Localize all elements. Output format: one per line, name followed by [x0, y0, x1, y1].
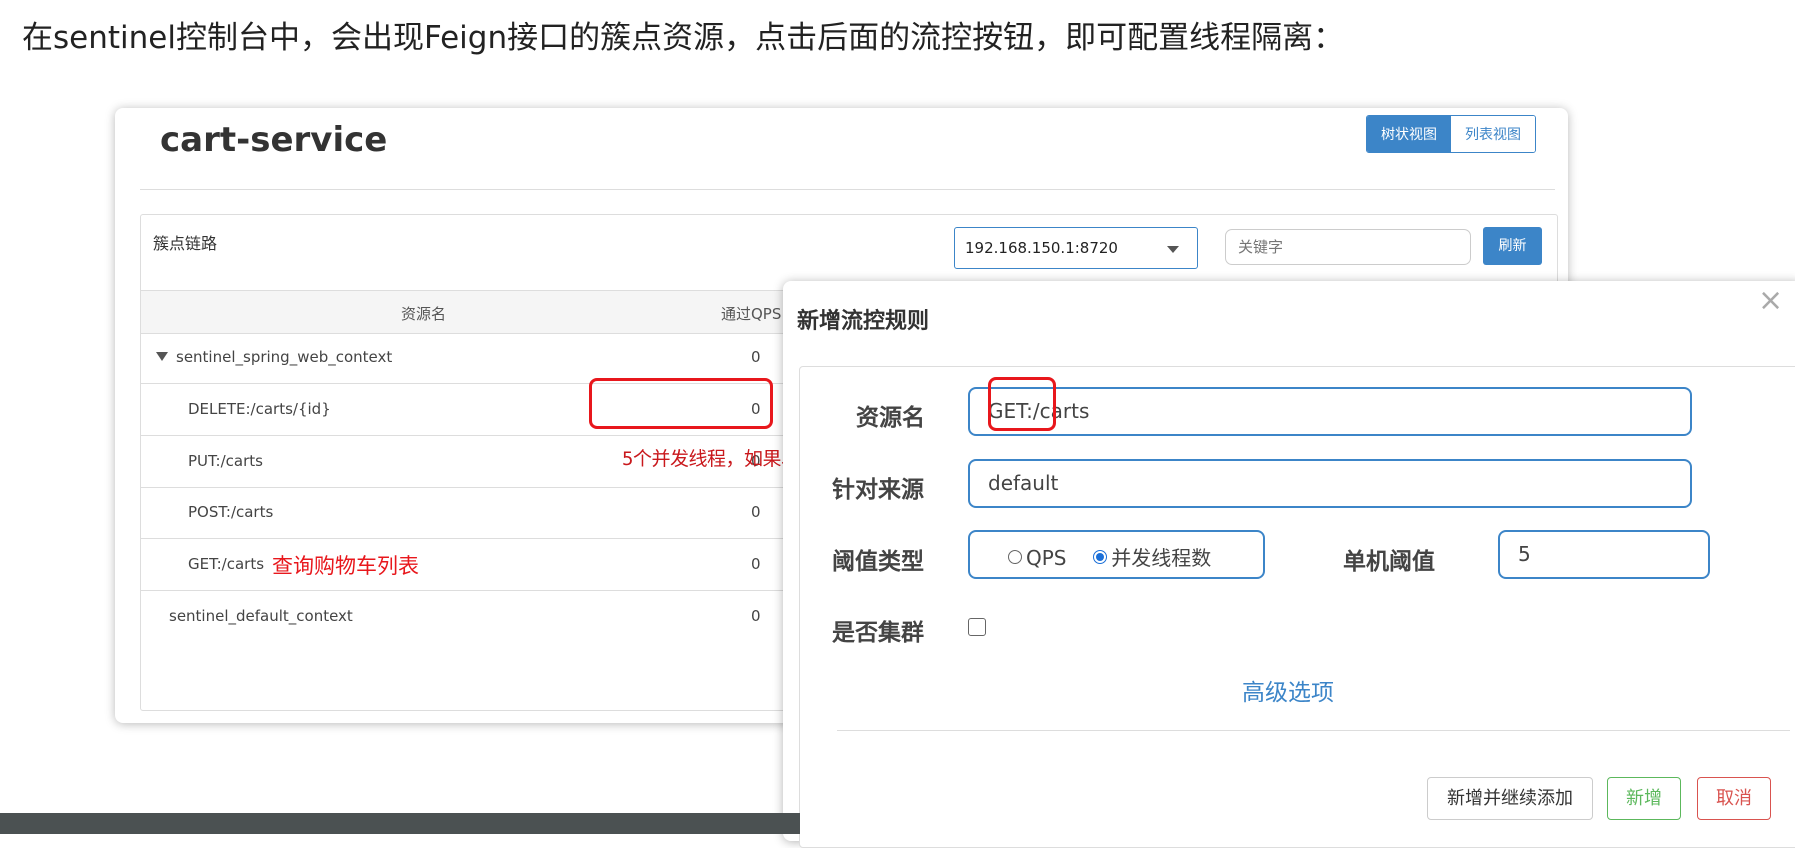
add-button[interactable]: 新增	[1607, 777, 1681, 820]
close-icon[interactable]: ×	[1758, 283, 1783, 318]
highlight-box	[589, 378, 773, 429]
panel-title: 簇点链路	[153, 234, 218, 253]
cancel-button[interactable]: 取消	[1697, 777, 1771, 820]
tree-view-button[interactable]: 树状视图	[1367, 116, 1451, 152]
bottom-bar	[0, 813, 800, 834]
radio-threads[interactable]	[1093, 550, 1108, 564]
single-threshold-input[interactable]: 5	[1498, 530, 1710, 579]
advanced-options-link[interactable]: 高级选项	[1242, 673, 1334, 707]
radio-qps[interactable]	[1008, 550, 1022, 564]
add-continue-button[interactable]: 新增并继续添加	[1427, 777, 1593, 820]
row-qps: 0	[751, 607, 761, 625]
row-qps: 0	[751, 348, 761, 366]
column-header-resource: 资源名	[401, 305, 447, 323]
dialog-divider	[837, 730, 1790, 731]
radio-threads-label: 并发线程数	[1111, 546, 1212, 570]
caret-down-icon	[1167, 246, 1179, 253]
row-qps: 0	[751, 503, 761, 521]
flow-rule-dialog: 新增流控规则 资源名 GET:/carts 针对来源 default 阈值类型 …	[783, 281, 1795, 848]
row-name: sentinel_spring_web_context	[176, 348, 393, 366]
refresh-button[interactable]: 刷新	[1483, 227, 1542, 265]
row-annotation: 查询购物车列表	[272, 554, 419, 578]
row-name: sentinel_default_context	[169, 607, 353, 625]
row-name: POST:/carts	[188, 503, 274, 521]
machine-select-value: 192.168.150.1:8720	[965, 239, 1118, 257]
expand-triangle-icon[interactable]	[156, 352, 168, 361]
threshold-type-label: 阈值类型	[832, 549, 924, 575]
row-name: PUT:/carts	[188, 452, 263, 470]
source-input[interactable]: default	[968, 459, 1692, 508]
cluster-checkbox[interactable]	[968, 618, 986, 636]
single-threshold-label: 单机阈值	[1343, 549, 1435, 575]
cluster-label: 是否集群	[832, 620, 924, 646]
row-name: GET:/carts	[188, 555, 265, 573]
machine-select[interactable]: 192.168.150.1:8720	[954, 227, 1198, 269]
list-view-button[interactable]: 列表视图	[1451, 116, 1535, 152]
dialog-title: 新增流控规则	[797, 309, 930, 334]
radio-qps-label: QPS	[1026, 546, 1067, 570]
resource-label: 资源名	[856, 405, 925, 431]
intro-text: 在sentinel控制台中，会出现Feign接口的簇点资源，点击后面的流控按钮，…	[22, 20, 1345, 56]
column-header-qps: 通过QPS	[721, 305, 782, 323]
threshold-type-group: QPS 并发线程数	[968, 530, 1265, 579]
divider	[140, 189, 1555, 190]
view-toggle: 树状视图 列表视图	[1366, 115, 1536, 153]
form-panel: 资源名 GET:/carts 针对来源 default 阈值类型 QPS 并发线…	[799, 366, 1795, 848]
resource-input[interactable]: GET:/carts	[968, 387, 1692, 436]
row-name: DELETE:/carts/{id}	[188, 400, 331, 418]
highlight-box	[988, 377, 1056, 431]
source-label: 针对来源	[832, 477, 924, 503]
keyword-input[interactable]	[1225, 229, 1471, 265]
service-title: cart-service	[160, 120, 388, 160]
row-qps: 0	[751, 555, 761, 573]
